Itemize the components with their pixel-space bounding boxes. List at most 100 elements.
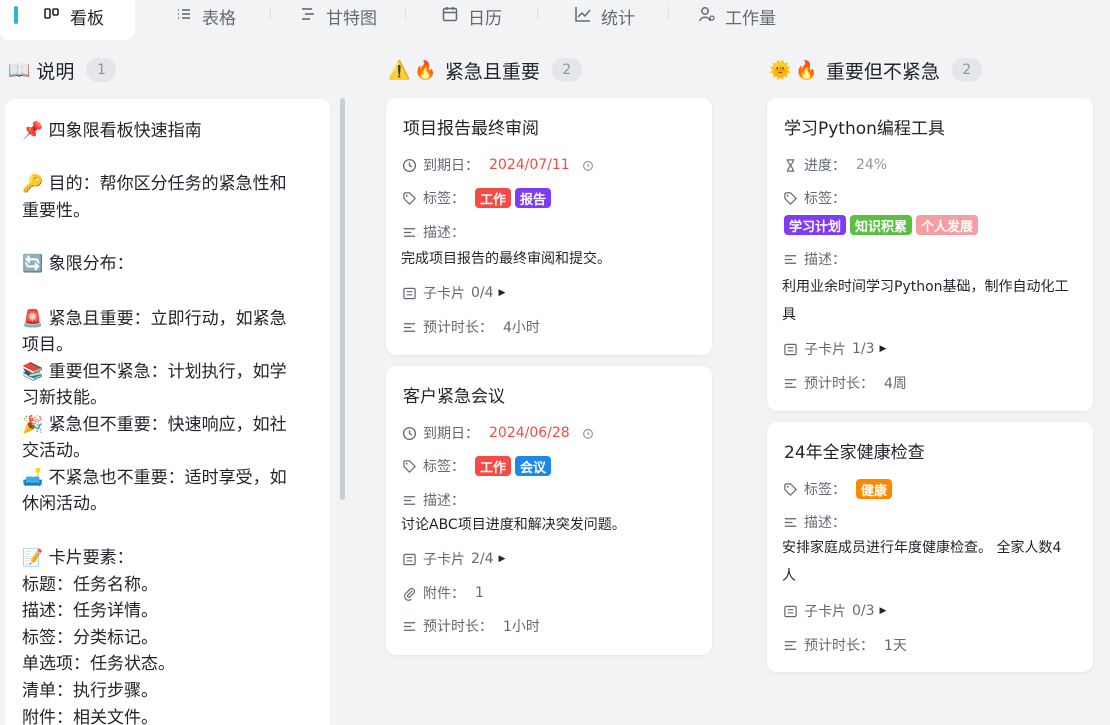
field-label: 预计时长： (423, 320, 493, 336)
text-lines-icon (401, 319, 417, 335)
column-header-urgent-important: ⚠️ 🔥 紧急且重要 2 (388, 56, 582, 84)
field-label: 标签： (423, 191, 465, 207)
tab-kanban[interactable]: 看板 (0, 0, 135, 40)
tab-separator (537, 6, 538, 20)
guide-line: 习新技能。 (22, 388, 107, 408)
due-date-value: 2024/06/28 (489, 425, 570, 441)
guide-line: 交活动。 (22, 441, 90, 461)
tag-badge: 学习计划 (784, 215, 847, 235)
column-title: 紧急且重要 (444, 60, 540, 83)
field-label: 到期日： (423, 426, 479, 442)
text-lines-icon (782, 637, 798, 653)
task-card-python[interactable]: 学习Python编程工具 进度： 24% 标签： 学习计划 知识积累 个人发展 … (767, 98, 1093, 411)
subcard-icon (782, 341, 798, 357)
description-text: 讨论ABC项目进度和解决突发问题。 (401, 517, 626, 533)
caret-right-icon: ▶ (879, 344, 887, 354)
tab-gantt[interactable]: 甘特图 (298, 0, 377, 40)
text-lines-icon (401, 492, 417, 508)
tab-separator (668, 6, 669, 20)
field-label: 附件： (423, 586, 465, 602)
subcards-count: 1/3 (852, 341, 875, 357)
attachments-count: 1 (475, 585, 484, 601)
tab-label: 统计 (601, 9, 635, 29)
tags-row: 学习计划 知识积累 个人发展 (784, 215, 982, 235)
subcards-row[interactable]: 子卡片 0/3 ▶ (782, 601, 886, 621)
column-title: 重要但不紧急 (825, 60, 940, 83)
field-label: 描述： (423, 493, 465, 509)
view-tabbar: 看板 表格 甘特图 日历 统计 工作量 (0, 0, 1110, 40)
tags-row: 标签： 健康 (782, 479, 896, 499)
tags-label-row: 标签： (782, 188, 856, 208)
due-date-value: 2024/07/11 (489, 157, 570, 173)
field-label: 描述： (804, 252, 846, 268)
text-lines-icon (782, 375, 798, 391)
fire-icon: 🔥 (414, 59, 437, 81)
task-card-health[interactable]: 24年全家健康检查 标签： 健康 描述： 安排家庭成员进行年度健康检查。 全家人… (767, 422, 1093, 672)
field-label: 子卡片 (804, 604, 846, 620)
column-header-important-not-urgent: 🌞 🔥 重要但不紧急 2 (769, 56, 982, 84)
alarm-icon (580, 425, 596, 441)
field-label: 标签： (804, 482, 846, 498)
duration-row: 预计时长： 1小时 (401, 616, 540, 636)
guide-line: 🛋️ 不紧急也不重要：适时享受，如 (22, 468, 287, 488)
tab-calendar[interactable]: 日历 (440, 0, 502, 40)
text-lines-icon (401, 224, 417, 240)
duration-value: 1小时 (503, 619, 540, 635)
description-label-row: 描述： (782, 249, 856, 269)
description-label-row: 描述： (782, 512, 856, 532)
column-scrollbar[interactable] (340, 98, 345, 500)
tab-workload[interactable]: 工作量 (697, 0, 776, 40)
field-label: 子卡片 (423, 552, 465, 568)
task-card-meeting[interactable]: 客户紧急会议 到期日： 2024/06/28 标签： 工作 会议 描述： 讨论A… (386, 366, 712, 655)
guide-line: 重要性。 (22, 201, 90, 221)
paperclip-icon (401, 585, 417, 601)
guide-line: 单选项：任务状态。 (22, 654, 175, 674)
card-title: 24年全家健康检查 (784, 443, 925, 463)
guide-line: 附件：相关文件。 (22, 708, 158, 725)
tab-table[interactable]: 表格 (174, 0, 236, 40)
tab-label: 看板 (70, 9, 104, 29)
subcards-row[interactable]: 子卡片 1/3 ▶ (782, 339, 886, 359)
tab-statistics[interactable]: 统计 (573, 0, 635, 40)
text-lines-icon (782, 251, 798, 267)
description-text: 完成项目报告的最终审阅和提交。 (401, 251, 611, 267)
column-count: 1 (86, 58, 117, 82)
tag-icon (782, 190, 798, 206)
guide-card[interactable]: 📌 四象限看板快速指南 🔑 目的：帮你区分任务的紧急性和 重要性。 🔄 象限分布： 🚨 … (5, 99, 330, 725)
field-label: 描述： (804, 515, 846, 531)
duration-row: 预计时长： 4周 (782, 373, 907, 393)
due-date-row: 到期日： 2024/07/11 (401, 155, 602, 175)
tag-badge: 工作 (475, 456, 512, 476)
due-date-row: 到期日： 2024/06/28 (401, 423, 602, 443)
duration-value: 4小时 (503, 320, 540, 336)
sun-icon: 🌞 (769, 59, 792, 81)
guide-line: 标签：分类标记。 (22, 628, 158, 648)
subcards-row[interactable]: 子卡片 0/4 ▶ (401, 283, 505, 303)
field-label: 预计时长： (804, 638, 874, 654)
column-header-guide: 📖 说明 1 (8, 56, 117, 84)
tag-badge: 个人发展 (916, 215, 979, 235)
field-label: 子卡片 (423, 286, 465, 302)
subcard-icon (401, 551, 417, 567)
guide-line: 🚨 紧急且重要：立即行动，如紧急 (22, 309, 287, 329)
field-label: 描述： (423, 225, 465, 241)
text-lines-icon (401, 618, 417, 634)
field-label: 进度： (804, 158, 846, 174)
guide-line: 项目。 (22, 335, 73, 355)
duration-value: 1天 (884, 638, 907, 654)
attachments-row[interactable]: 附件： 1 (401, 583, 484, 603)
tag-icon (401, 190, 417, 206)
tab-label: 表格 (202, 9, 236, 29)
task-card-report[interactable]: 项目报告最终审阅 到期日： 2024/07/11 标签： 工作 报告 描述： 完… (386, 98, 712, 355)
chart-icon (573, 4, 593, 24)
field-label: 预计时长： (423, 619, 493, 635)
workload-icon (697, 4, 717, 24)
guide-line: 描述：任务详情。 (22, 601, 158, 621)
guide-line: 📚 重要但不紧急：计划执行，如学 (22, 362, 287, 382)
field-label: 预计时长： (804, 376, 874, 392)
tag-icon (782, 481, 798, 497)
guide-line: 休闲活动。 (22, 494, 107, 514)
subcards-row[interactable]: 子卡片 2/4 ▶ (401, 549, 505, 569)
duration-row: 预计时长： 1天 (782, 635, 907, 655)
field-label: 标签： (423, 459, 465, 475)
